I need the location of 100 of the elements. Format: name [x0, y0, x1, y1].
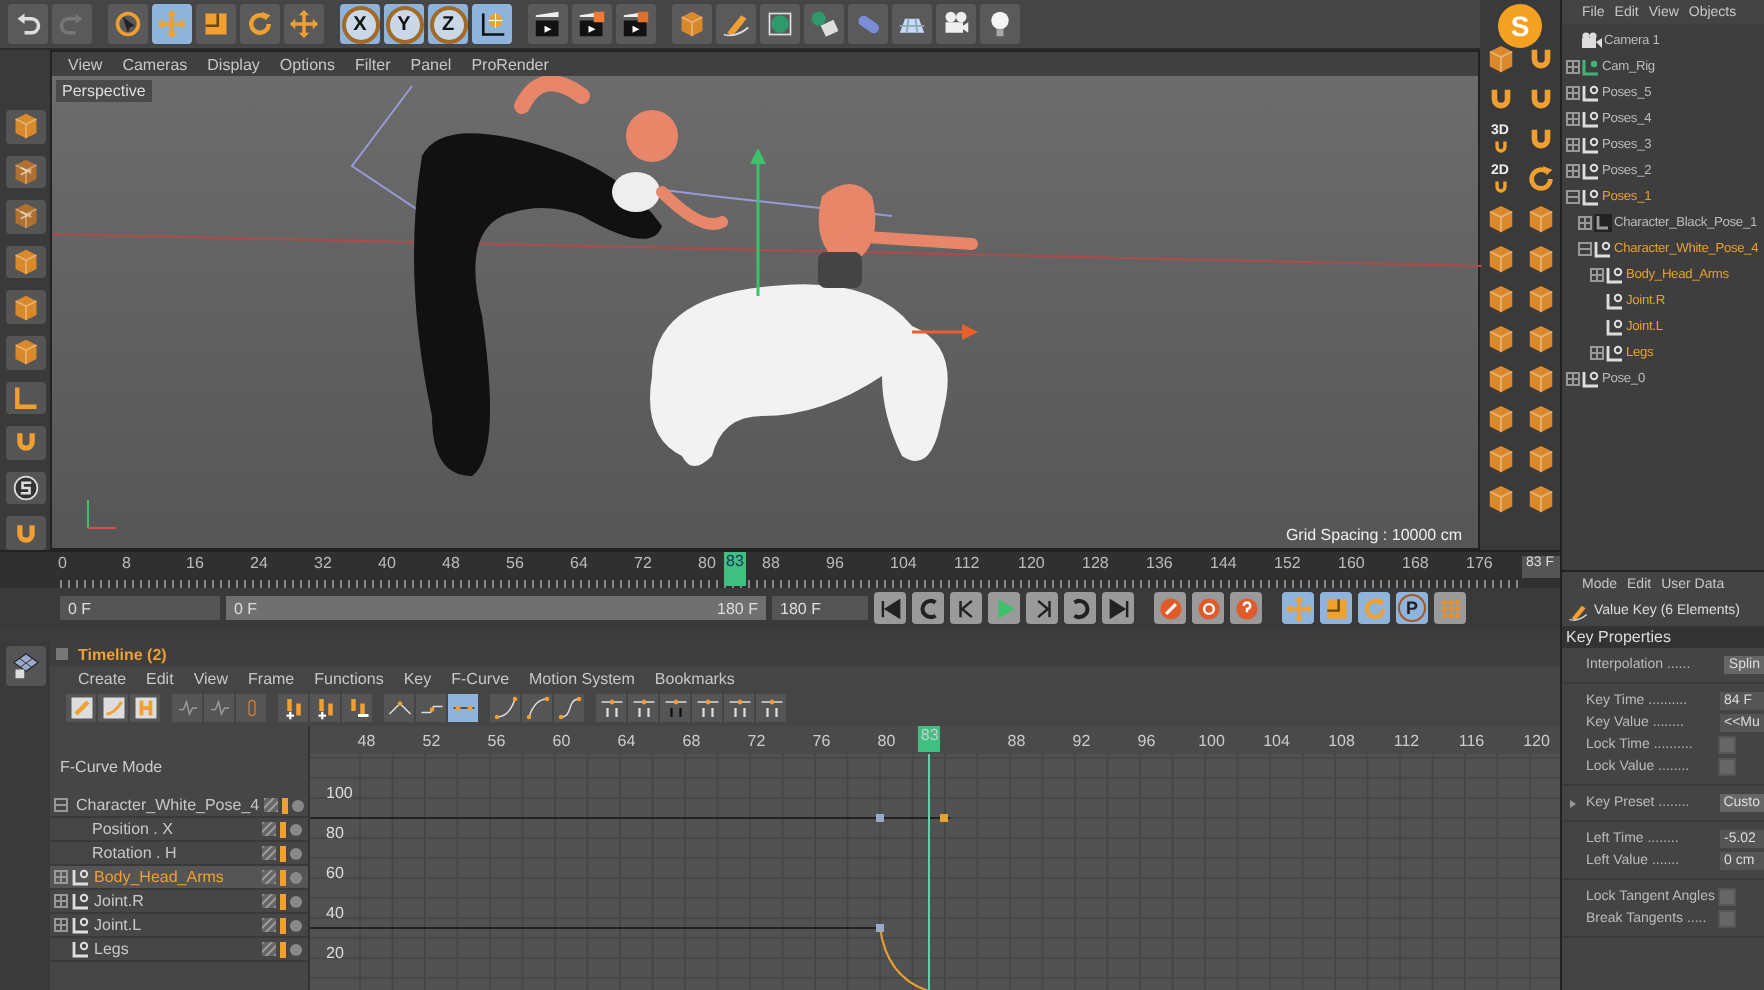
track-row[interactable]: Legs [50, 938, 308, 962]
step-forward-button[interactable] [1026, 592, 1058, 624]
ease-curve-button[interactable] [384, 694, 414, 722]
solo-dot[interactable] [290, 847, 302, 859]
lock-bar[interactable] [281, 797, 288, 813]
cube-button[interactable] [672, 4, 712, 44]
expand-arrow-icon[interactable] [1570, 799, 1576, 807]
cage-sphere-button[interactable] [760, 4, 800, 44]
hatched-swatch[interactable] [262, 822, 276, 836]
menu-item[interactable]: View [68, 55, 103, 73]
snap-tool-button[interactable] [5, 471, 45, 505]
menu-item[interactable]: Cameras [122, 55, 188, 73]
checkbox[interactable] [1718, 910, 1736, 928]
expand-toggle[interactable] [1566, 60, 1580, 74]
help-button[interactable] [1230, 592, 1262, 624]
expand-toggle[interactable] [54, 918, 68, 932]
keyframe-marker[interactable] [940, 814, 948, 822]
menu-item[interactable]: F-Curve [451, 669, 510, 687]
menu-item[interactable]: Display [207, 55, 260, 73]
layout-lock-button[interactable] [5, 646, 45, 686]
tangent-down-button[interactable] [692, 694, 722, 722]
section-header[interactable]: Key Properties [1562, 626, 1764, 648]
hatched-swatch[interactable] [262, 918, 276, 932]
floor-button[interactable] [892, 4, 932, 44]
cube-tool-button[interactable] [5, 335, 45, 370]
magnet-tool-button[interactable] [5, 426, 45, 460]
add-keys-button[interactable] [310, 694, 340, 722]
solo-dot[interactable] [290, 823, 302, 835]
keyframe-marker[interactable] [876, 924, 884, 932]
cube-tool-button[interactable] [5, 110, 45, 144]
scale-button[interactable] [196, 4, 236, 44]
track-row[interactable]: Character_White_Pose_4 [50, 794, 308, 818]
solo-dot[interactable] [290, 919, 302, 931]
expand-toggle[interactable] [1590, 346, 1604, 360]
end-frame-field[interactable]: 180 F [772, 596, 868, 620]
loop-forward-button[interactable] [1064, 592, 1096, 624]
hatched-swatch[interactable] [262, 894, 276, 908]
spline-ease-button[interactable] [554, 694, 584, 722]
rotate-button[interactable] [240, 4, 280, 44]
cube-tool-button[interactable] [5, 290, 45, 324]
menu-item[interactable]: Panel [410, 55, 452, 73]
select-cursor-button[interactable] [108, 4, 148, 44]
auto-key-button[interactable] [1192, 592, 1224, 624]
remove-key-button[interactable] [342, 694, 372, 722]
world-axis-button[interactable] [472, 4, 512, 44]
checkbox[interactable] [1718, 736, 1736, 754]
menu-item[interactable]: Edit [146, 669, 174, 687]
checker-cube-tool-button[interactable] [5, 155, 45, 189]
loop-back-button[interactable] [912, 592, 944, 624]
expand-toggle[interactable] [1566, 86, 1580, 100]
hold-key-button[interactable] [130, 694, 160, 722]
spline-out-button[interactable] [522, 694, 552, 722]
menu-item[interactable]: View [193, 669, 229, 687]
magnet-tool-button[interactable] [5, 516, 45, 550]
lock-bar[interactable] [280, 821, 286, 837]
record-button[interactable] [1154, 592, 1186, 624]
parameter-key-button[interactable]: P [1396, 592, 1428, 624]
axis-lock-button[interactable]: Z [428, 4, 468, 44]
keyframe-marker[interactable] [876, 814, 884, 822]
track-row[interactable]: Position . X [50, 818, 308, 842]
expand-toggle[interactable] [1578, 242, 1592, 256]
range-slider[interactable]: 0 F 180 F [226, 596, 766, 620]
checkbox[interactable] [1718, 758, 1736, 776]
start-frame-field[interactable]: 0 F [60, 596, 220, 620]
undo-button[interactable] [8, 4, 48, 44]
solo-dot[interactable] [290, 895, 302, 907]
current-frame-marker[interactable]: 83 [724, 552, 746, 586]
expand-toggle[interactable] [1566, 164, 1580, 178]
menu-item[interactable]: Key [403, 669, 432, 687]
expand-toggle[interactable] [1566, 112, 1580, 126]
curve-key-button[interactable] [98, 694, 128, 722]
hatched-swatch[interactable] [262, 870, 276, 884]
move-arrows-button[interactable] [284, 4, 324, 44]
array-button[interactable] [804, 4, 844, 44]
track-row[interactable]: Joint.R [50, 890, 308, 914]
f-curve-graph[interactable]: 48 52 56 60 64 68 72 76 80 83 88 92 96 100 104 108 112 116 120 100 80 60 40 20 [310, 726, 1560, 990]
add-key-button[interactable] [278, 694, 308, 722]
go-start-button[interactable] [874, 592, 906, 624]
go-end-button[interactable] [1102, 592, 1134, 624]
track-row[interactable]: Body_Head_Arms [50, 866, 308, 890]
menu-item[interactable]: Create [78, 669, 127, 687]
solo-dot[interactable] [290, 943, 302, 955]
expand-toggle[interactable] [54, 798, 68, 812]
wave-split-button[interactable] [204, 694, 234, 722]
menu-item[interactable]: Functions [314, 669, 384, 687]
menu-item[interactable]: Motion System [529, 669, 635, 687]
expand-toggle[interactable] [1590, 268, 1604, 282]
clapper-gear-button[interactable] [616, 4, 656, 44]
grid-cube-tool-button[interactable] [5, 200, 45, 234]
viewport-canvas[interactable]: Perspective Grid Spacing : 10000 cm [52, 76, 1478, 548]
menu-item[interactable]: Options [279, 55, 335, 73]
track-row[interactable]: Joint.L [50, 914, 308, 938]
step-back-button[interactable] [950, 592, 982, 624]
solo-dot[interactable] [290, 871, 302, 883]
menu-item[interactable]: Frame [248, 669, 295, 687]
tangent-break-button[interactable] [756, 694, 786, 722]
expand-toggle[interactable] [54, 894, 68, 908]
hatched-swatch[interactable] [262, 942, 276, 956]
lock-bar[interactable] [280, 917, 286, 933]
hatched-swatch[interactable] [263, 798, 278, 812]
